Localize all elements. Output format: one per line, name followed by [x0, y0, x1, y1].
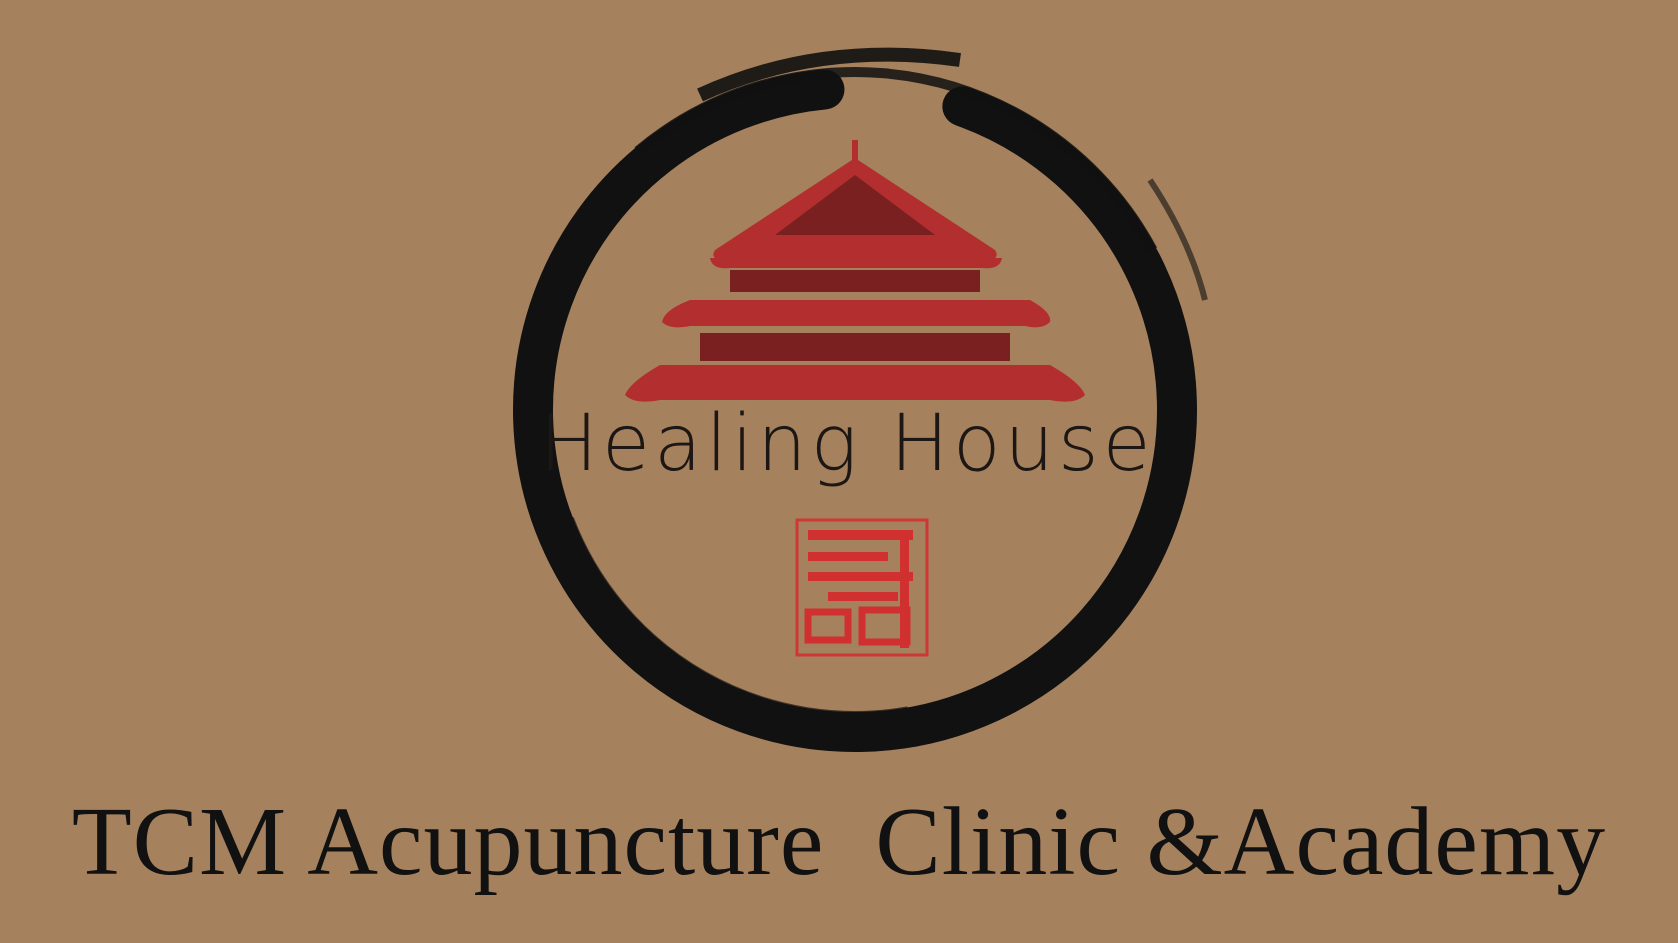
- brand-name: Healing House: [539, 399, 1155, 489]
- seal-icon: [795, 518, 929, 657]
- pagoda-icon: [625, 140, 1085, 402]
- logo-canvas: Healing House TCM Acupuncture Clinic &Ac…: [0, 0, 1678, 943]
- brand-tagline: TCM Acupuncture Clinic &Academy: [71, 788, 1607, 896]
